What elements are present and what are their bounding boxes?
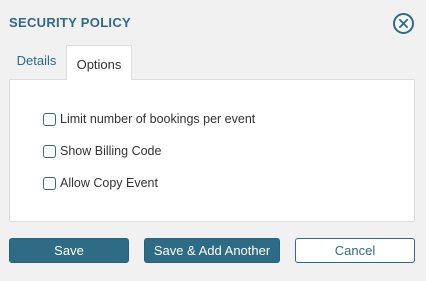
limit-bookings-checkbox[interactable] xyxy=(43,112,56,126)
save-button[interactable]: Save xyxy=(9,238,129,263)
close-button[interactable] xyxy=(393,13,414,34)
option-allow-copy-event[interactable]: Allow Copy Event xyxy=(43,176,158,190)
option-limit-bookings[interactable]: Limit number of bookings per event xyxy=(43,112,255,126)
cancel-button[interactable]: Cancel xyxy=(295,238,415,263)
option-show-billing-code[interactable]: Show Billing Code xyxy=(43,144,161,158)
option-label: Limit number of bookings per event xyxy=(60,112,256,126)
tab-options[interactable]: Options xyxy=(66,45,132,80)
allow-copy-event-checkbox[interactable] xyxy=(43,176,56,190)
security-policy-dialog: SECURITY POLICY Details Options Limit nu… xyxy=(0,0,426,281)
show-billing-code-checkbox[interactable] xyxy=(43,144,56,158)
save-and-add-another-button[interactable]: Save & Add Another xyxy=(144,238,280,263)
dialog-title: SECURITY POLICY xyxy=(9,15,132,30)
option-label: Allow Copy Event xyxy=(60,176,158,190)
tab-details[interactable]: Details xyxy=(9,45,64,75)
close-icon xyxy=(399,19,408,28)
option-label: Show Billing Code xyxy=(60,144,162,158)
